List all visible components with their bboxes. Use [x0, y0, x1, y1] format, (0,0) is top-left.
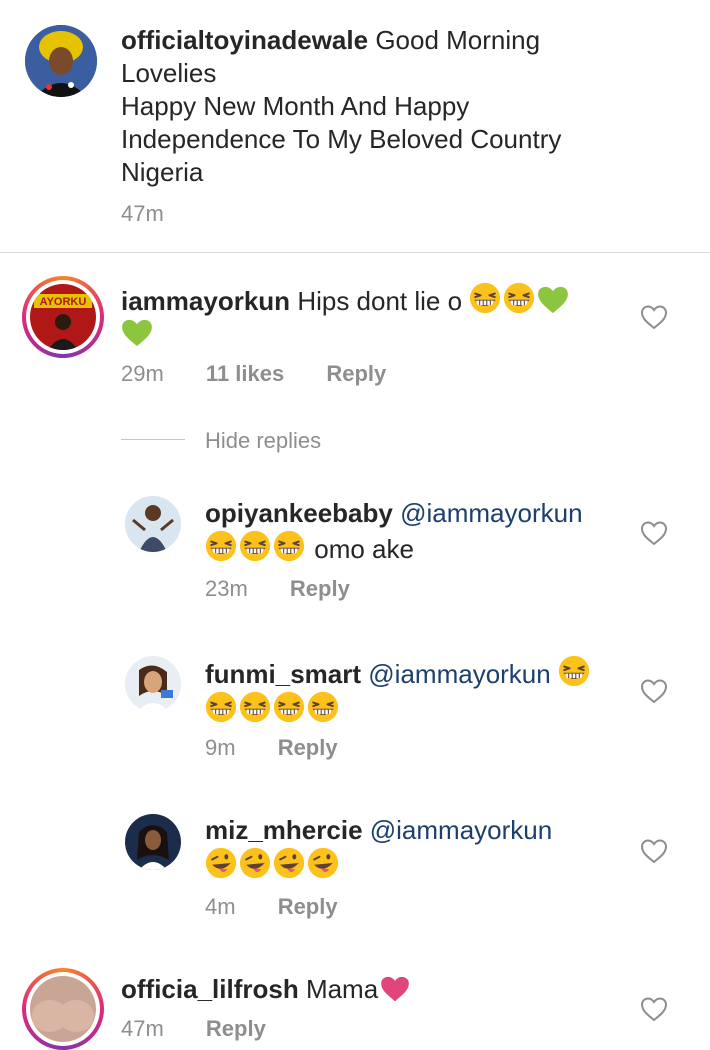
like-heart-icon[interactable]	[640, 678, 668, 704]
commenter-username[interactable]: iammayorkun	[121, 286, 290, 316]
comment-timestamp: 47m	[121, 1016, 164, 1041]
reply-text: omo ake	[314, 534, 414, 564]
like-heart-icon[interactable]	[640, 520, 668, 546]
reply-body: miz_mhercie @iammayorkun	[205, 814, 615, 883]
green-heart-icon	[537, 286, 569, 314]
reply-button[interactable]: Reply	[278, 735, 338, 760]
commenter-avatar[interactable]	[22, 968, 104, 1050]
wink-tongue-emoji-icon	[205, 847, 237, 879]
hide-replies-line	[121, 439, 185, 440]
comment-meta: 29m 11 likes Reply	[121, 361, 386, 387]
reply-button[interactable]: Reply	[206, 1016, 266, 1041]
caption-line: Lovelies	[121, 58, 217, 88]
caption-line: Nigeria	[121, 157, 204, 187]
reply-avatar[interactable]	[125, 814, 181, 870]
grin-emoji-icon	[307, 691, 339, 723]
grin-emoji-icon	[239, 530, 271, 562]
commenter-avatar[interactable]: AYORKU	[22, 276, 104, 358]
likes-count[interactable]: 11 likes	[206, 361, 284, 386]
comment-text: Mama	[305, 974, 379, 1004]
reply-timestamp: 9m	[205, 735, 236, 760]
comment-text: Hips dont lie o	[297, 286, 463, 316]
caption-line: Good Morning	[375, 25, 541, 55]
mention-link[interactable]: @iammayorkun	[368, 659, 550, 689]
commenter-username[interactable]: officia_lilfrosh	[121, 974, 299, 1004]
comment-body: iammayorkun Hips dont lie o	[121, 282, 621, 351]
grin-emoji-icon	[503, 282, 535, 314]
post-author-username[interactable]: officialtoyinadewale	[121, 25, 368, 55]
hide-replies-button[interactable]: Hide replies	[205, 428, 321, 454]
grin-emoji-icon	[205, 691, 237, 723]
green-heart-icon	[121, 319, 153, 347]
comment-timestamp: 29m	[121, 361, 164, 386]
reply-username[interactable]: opiyankeebaby	[205, 498, 393, 528]
like-heart-icon[interactable]	[640, 304, 668, 330]
comment-body: officia_lilfrosh Mama	[121, 973, 621, 1006]
grin-emoji-icon	[205, 530, 237, 562]
reply-avatar[interactable]	[125, 496, 181, 552]
reply-meta: 4m Reply	[205, 894, 338, 920]
reply-button[interactable]: Reply	[326, 361, 386, 386]
wink-tongue-emoji-icon	[273, 847, 305, 879]
grin-emoji-icon	[239, 691, 271, 723]
grin-emoji-icon	[273, 530, 305, 562]
reply-username[interactable]: funmi_smart	[205, 659, 361, 689]
caption-line: Independence To My Beloved Country	[121, 124, 562, 154]
reply-username[interactable]: miz_mhercie	[205, 815, 363, 845]
grin-emoji-icon	[273, 691, 305, 723]
reply-button[interactable]: Reply	[278, 894, 338, 919]
reply-body: funmi_smart @iammayorkun	[205, 655, 615, 727]
grin-emoji-icon	[469, 282, 501, 314]
caption-line: Happy New Month And Happy	[121, 91, 470, 121]
grin-emoji-icon	[558, 655, 590, 687]
divider	[0, 252, 710, 253]
reply-meta: 9m Reply	[205, 735, 338, 761]
like-heart-icon[interactable]	[640, 838, 668, 864]
post-timestamp: 47m	[121, 201, 164, 226]
wink-tongue-emoji-icon	[307, 847, 339, 879]
reply-timestamp: 23m	[205, 576, 248, 601]
reply-body: opiyankeebaby @iammayorkun omo ake	[205, 497, 615, 566]
wink-tongue-emoji-icon	[239, 847, 271, 879]
pink-heart-icon	[380, 976, 410, 1002]
post-author-avatar[interactable]	[25, 25, 97, 97]
post-caption: officialtoyinadewale Good Morning Loveli…	[121, 24, 681, 189]
reply-meta: 23m Reply	[205, 576, 350, 602]
like-heart-icon[interactable]	[640, 996, 668, 1022]
reply-timestamp: 4m	[205, 894, 236, 919]
mention-link[interactable]: @iammayorkun	[370, 815, 552, 845]
reply-button[interactable]: Reply	[290, 576, 350, 601]
svg-text:AYORKU: AYORKU	[40, 296, 87, 308]
mention-link[interactable]: @iammayorkun	[400, 498, 582, 528]
reply-avatar[interactable]	[125, 656, 181, 712]
comment-meta: 47m Reply	[121, 1016, 266, 1042]
